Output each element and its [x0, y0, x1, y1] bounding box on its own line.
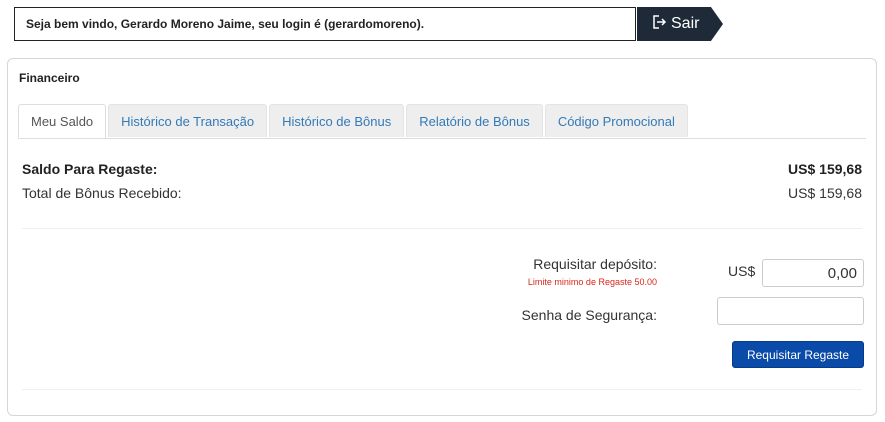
financeiro-panel: Financeiro Meu Saldo Histórico de Transa… — [7, 58, 877, 416]
tab-historico-bonus[interactable]: Histórico de Bônus — [269, 104, 405, 137]
logout-icon — [653, 14, 671, 34]
redeem-balance-value: US$ 159,68 — [788, 161, 862, 177]
logout-label: Sair — [671, 15, 700, 32]
welcome-bar: Seja bem vindo, Gerardo Moreno Jaime, se… — [14, 7, 636, 41]
bonus-total-label: Total de Bônus Recebido: — [22, 185, 182, 201]
bottom-divider — [22, 389, 862, 390]
bonus-total-row: Total de Bônus Recebido: US$ 159,68 — [22, 185, 862, 201]
amount-input[interactable] — [762, 259, 864, 287]
deposit-limit-hint: Limite minimo de Regaste 50.00 — [527, 277, 657, 287]
request-redeem-button[interactable]: Requisitar Regaste — [732, 341, 864, 368]
section-divider — [22, 228, 862, 229]
tab-codigo-promocional[interactable]: Código Promocional — [544, 104, 688, 137]
tab-historico-transacao[interactable]: Histórico de Transação — [108, 104, 268, 137]
currency-prefix: US$ — [728, 263, 756, 279]
welcome-text: Seja bem vindo, Gerardo Moreno Jaime, se… — [26, 17, 425, 31]
redeem-balance-label: Saldo Para Regaste: — [22, 161, 158, 177]
security-password-label: Senha de Segurança: — [521, 307, 657, 323]
security-password-input[interactable] — [717, 297, 864, 325]
tab-relatorio-bonus[interactable]: Relatório de Bônus — [406, 104, 543, 137]
deposit-label: Requisitar depósito: — [533, 256, 657, 272]
tab-meu-saldo[interactable]: Meu Saldo — [18, 104, 107, 138]
bonus-total-value: US$ 159,68 — [788, 185, 862, 201]
panel-title: Financeiro — [19, 71, 80, 85]
redeem-balance-row: Saldo Para Regaste: US$ 159,68 — [22, 161, 862, 177]
tab-bar: Meu Saldo Histórico de Transação Históri… — [18, 104, 866, 139]
logout-button[interactable]: Sair — [637, 7, 723, 41]
